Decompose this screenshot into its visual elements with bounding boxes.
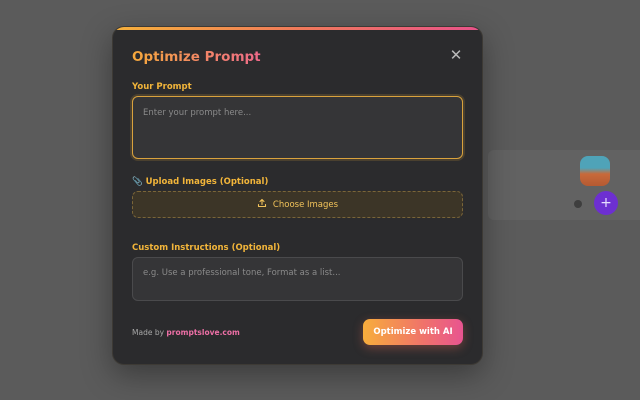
upload-icon [257, 198, 267, 211]
optimize-with-ai-button[interactable]: Optimize with AI [363, 319, 463, 345]
paperclip-icon: 📎 [132, 177, 143, 187]
background-thumbnail [580, 156, 610, 186]
choose-images-button[interactable]: Choose Images [132, 191, 463, 218]
modal-title: Optimize Prompt [132, 49, 261, 65]
background-dot [574, 200, 582, 208]
upload-label: Upload Images (Optional) [145, 177, 269, 187]
made-by-prefix: Made by [132, 328, 165, 337]
optimize-prompt-modal: Optimize Prompt ✕ Your Prompt 📎Upload Im… [112, 26, 483, 365]
modal-accent-bar [113, 27, 482, 30]
background-fab-button: + [594, 191, 618, 215]
made-by-credit: Made by promptslove.com [132, 328, 240, 337]
close-icon[interactable]: ✕ [448, 47, 464, 63]
custom-instructions-label: Custom Instructions (Optional) [132, 243, 281, 253]
background-card [488, 150, 640, 220]
prompt-input[interactable] [132, 96, 463, 159]
custom-instructions-input[interactable] [132, 257, 463, 301]
promptslove-link[interactable]: promptslove.com [166, 328, 239, 337]
prompt-label: Your Prompt [132, 82, 192, 92]
choose-images-label: Choose Images [272, 199, 339, 210]
upload-label-row: 📎 Upload Images (Optional) [132, 177, 268, 187]
